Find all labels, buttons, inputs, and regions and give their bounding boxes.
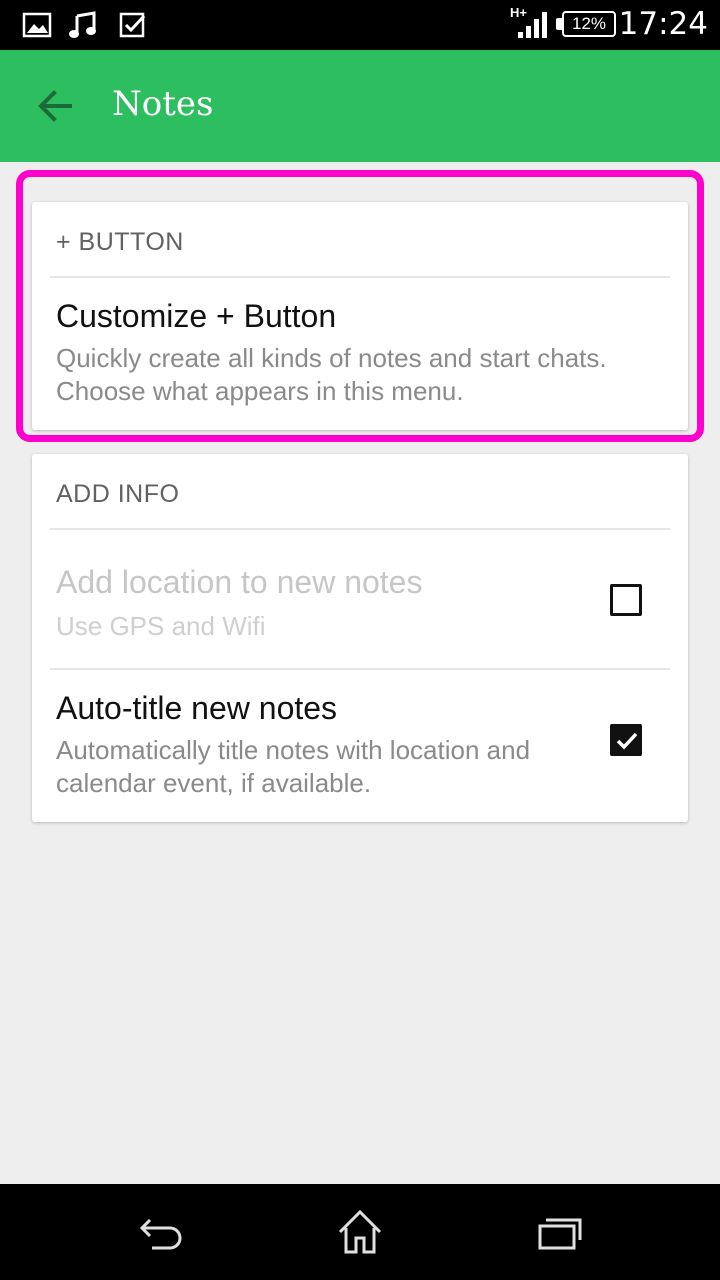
recent-apps-icon	[538, 1218, 582, 1250]
auto-title-item[interactable]: Auto-title new notes Automatically title…	[32, 670, 688, 822]
add-info-section: ADD INFO Add location to new notes Use G…	[32, 454, 688, 822]
add-location-item[interactable]: Add location to new notes Use GPS and Wi…	[32, 530, 688, 668]
section-header-add-info: ADD INFO	[56, 480, 180, 508]
nav-back-button[interactable]	[132, 1206, 188, 1258]
image-icon	[22, 12, 52, 38]
music-note-icon	[69, 11, 96, 38]
signal-icon	[518, 12, 547, 38]
auto-title-title: Auto-title new notes	[56, 690, 338, 726]
home-icon	[338, 1209, 382, 1254]
nav-recent-apps-button[interactable]	[532, 1206, 588, 1258]
back-icon	[139, 1218, 182, 1250]
check-icon	[616, 732, 638, 750]
add-location-description: Use GPS and Wifi	[56, 611, 266, 641]
battery-icon: 12%	[562, 11, 616, 37]
checkbox-icon	[119, 12, 146, 38]
add-location-title: Add location to new notes	[56, 564, 423, 600]
app-bar: Notes	[0, 50, 720, 162]
page-title: Notes	[112, 84, 214, 124]
battery-level: 12%	[571, 14, 607, 33]
navigation-bar	[0, 1184, 720, 1280]
status-bar: H+ 12% 17:24	[0, 0, 720, 50]
highlight-frame	[16, 170, 704, 442]
auto-title-description: Automatically title notes with location …	[56, 735, 531, 798]
auto-title-checkbox[interactable]	[610, 724, 642, 756]
clock: 17:24	[618, 6, 708, 42]
nav-home-button[interactable]	[332, 1206, 388, 1258]
add-location-checkbox[interactable]	[610, 584, 642, 616]
arrow-left-icon	[38, 90, 72, 122]
back-button[interactable]	[30, 80, 82, 132]
